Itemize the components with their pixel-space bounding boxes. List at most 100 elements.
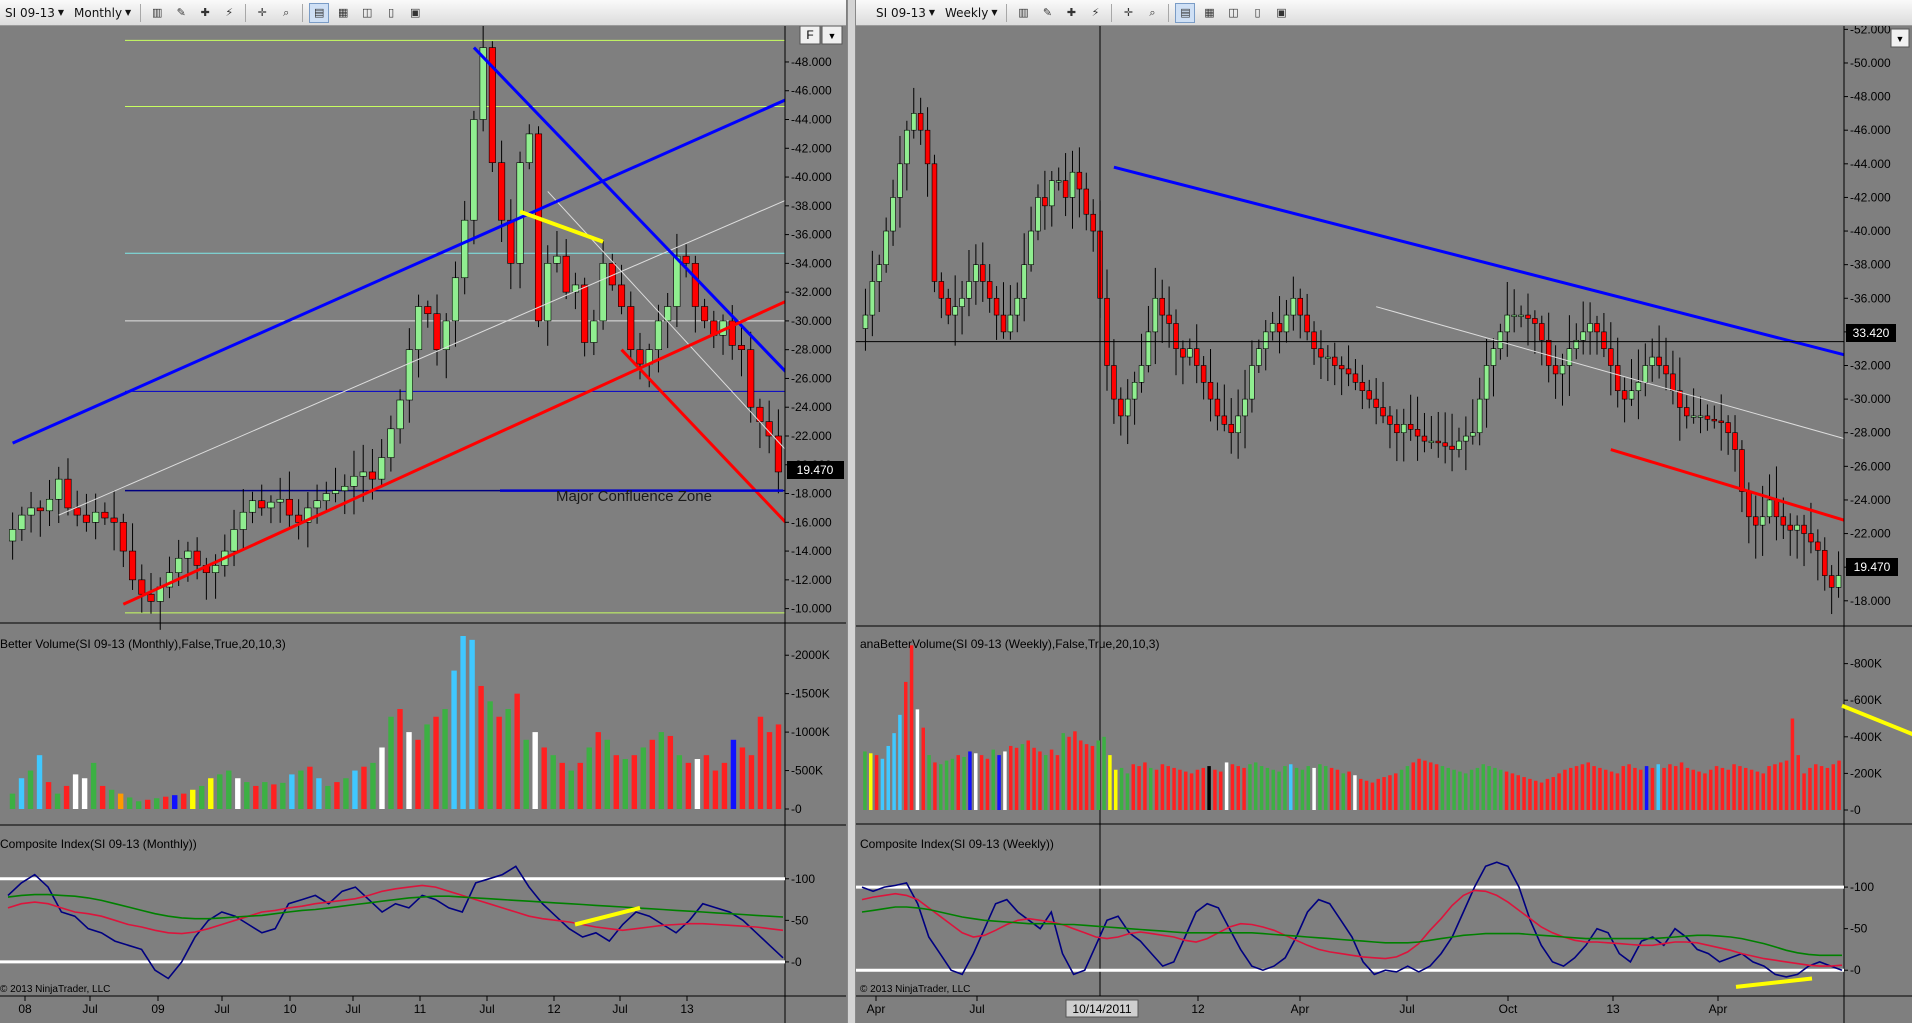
volume-bar	[1796, 755, 1800, 810]
volume-bar	[1808, 767, 1812, 810]
chart-trader-icon[interactable]: ▤	[309, 2, 330, 23]
crosshair-icon[interactable]: ✛	[1118, 3, 1138, 23]
candle-body	[1442, 442, 1448, 447]
candle-body	[1456, 440, 1462, 450]
volume-bar	[1423, 760, 1427, 810]
chart-style-icon[interactable]: ◫	[357, 3, 377, 23]
left-period-selector[interactable]: Monthly ▼	[69, 2, 136, 24]
volume-bar	[1242, 767, 1246, 810]
volume-bar	[54, 793, 61, 809]
candle-body	[1124, 398, 1131, 417]
candle-body	[1380, 407, 1386, 417]
candle-body	[101, 511, 109, 519]
add-indicator-icon[interactable]: ✚	[1061, 3, 1081, 23]
candle-body	[701, 306, 709, 322]
volume-bar	[1429, 762, 1433, 810]
volume-bar	[72, 774, 79, 809]
volume-bar	[1230, 764, 1235, 810]
price-tick-label: -42.000	[791, 141, 832, 155]
zoom-icon[interactable]: ⌕	[276, 3, 296, 23]
left-instrument-selector[interactable]: SI 09-13 ▼	[0, 2, 69, 24]
chart-trader-icon[interactable]: ▤	[1175, 2, 1196, 23]
candle-body	[1311, 331, 1317, 349]
bar-type-icon[interactable]: ▥	[1013, 3, 1033, 23]
price-tick-label: -32.000	[791, 285, 832, 299]
volume-tick-label: -1000K	[791, 725, 830, 739]
template-icon[interactable]: ▣	[405, 3, 425, 23]
candle-body	[1007, 314, 1014, 333]
candle-body	[1166, 314, 1172, 324]
volume-bar	[1341, 773, 1345, 810]
chevron-down-icon: ▼	[57, 8, 64, 17]
candle-body	[1635, 382, 1642, 392]
candle-body	[359, 471, 367, 477]
candle-body	[1111, 365, 1117, 400]
bar-type-icon[interactable]: ▥	[147, 3, 167, 23]
volume-bar	[915, 709, 920, 810]
price-tick-label: -40.000	[791, 170, 832, 184]
candle-body	[175, 557, 183, 573]
template-icon[interactable]: ▣	[1271, 3, 1291, 23]
drawing-tool-icon[interactable]: ✎	[1037, 3, 1057, 23]
volume-bar	[280, 782, 286, 809]
candle-body	[1145, 331, 1152, 366]
volume-bar	[316, 778, 322, 809]
composite-tick-label: -50	[791, 913, 809, 927]
chevron-down-icon: ▼	[991, 8, 998, 17]
candle-body	[1028, 230, 1034, 265]
left-chart[interactable]: -48.000 -46.000 -44.000 -42.000 -40.000 -38.0…	[0, 26, 846, 1023]
volume-bar	[1079, 740, 1083, 810]
chart-splitter[interactable]	[847, 0, 856, 1023]
right-period-selector[interactable]: Weekly ▼	[940, 2, 1002, 24]
time-tick-label: 10	[283, 1002, 297, 1016]
volume-bar	[1697, 771, 1701, 810]
properties-icon[interactable]: ▯	[381, 3, 401, 23]
candle-body	[525, 133, 533, 163]
candle-body	[1035, 197, 1041, 232]
volume-bar	[1213, 769, 1217, 810]
volume-bar	[1487, 766, 1491, 810]
left-time-axis: 08 Jul 09 Jul 10 Jul 11 Jul 12 Jul 13	[18, 996, 694, 1016]
drawing-tool-icon[interactable]: ✎	[171, 3, 191, 23]
volume-bar	[1061, 733, 1065, 810]
data-box-icon[interactable]: ▦	[333, 3, 353, 23]
volume-bar	[99, 785, 106, 809]
price-tick-label: -14.000	[791, 544, 832, 558]
volume-bar	[1306, 766, 1310, 810]
candle-body	[1200, 365, 1207, 383]
volume-bar	[1580, 764, 1585, 810]
candle-body	[119, 522, 127, 552]
strategy-icon[interactable]: ⚡	[1085, 3, 1105, 23]
right-instrument-selector[interactable]: SI 09-13 ▼	[871, 2, 940, 24]
right-trendlines	[1113, 165, 1912, 543]
volume-bar	[1633, 767, 1637, 810]
candle-body	[911, 113, 917, 131]
add-indicator-icon[interactable]: ✚	[195, 3, 215, 23]
candle-body	[959, 297, 965, 307]
volume-bar	[244, 782, 250, 809]
volume-bar	[1674, 766, 1678, 810]
volume-bar	[1761, 773, 1765, 810]
candle-body	[341, 486, 349, 491]
crosshair-icon[interactable]: ✛	[252, 3, 272, 23]
zoom-icon[interactable]: ⌕	[1142, 3, 1162, 23]
volume-bar	[9, 793, 16, 809]
volume-bar	[117, 793, 124, 809]
price-tick-label: -18.000	[791, 487, 832, 501]
composite-tick-label: -0	[1850, 963, 1861, 977]
volume-bar	[869, 753, 873, 810]
data-box-icon[interactable]: ▦	[1199, 3, 1219, 23]
volume-bar	[1224, 762, 1229, 810]
chart-style-icon[interactable]: ◫	[1223, 3, 1243, 23]
volume-bar	[1359, 778, 1363, 810]
properties-icon[interactable]: ▯	[1247, 3, 1267, 23]
right-chart[interactable]: -52.000 -50.000 -48.000 -46.000 -44.000 -42.0…	[856, 26, 1912, 1023]
volume-bar	[1755, 771, 1760, 810]
price-tick-label: -28.000	[1850, 426, 1891, 440]
candle-body	[1753, 516, 1759, 526]
volume-bar	[1329, 767, 1334, 810]
strategy-icon[interactable]: ⚡	[219, 3, 239, 23]
volume-bar	[595, 732, 601, 809]
candle-body	[945, 297, 951, 316]
volume-bar	[1020, 744, 1025, 810]
